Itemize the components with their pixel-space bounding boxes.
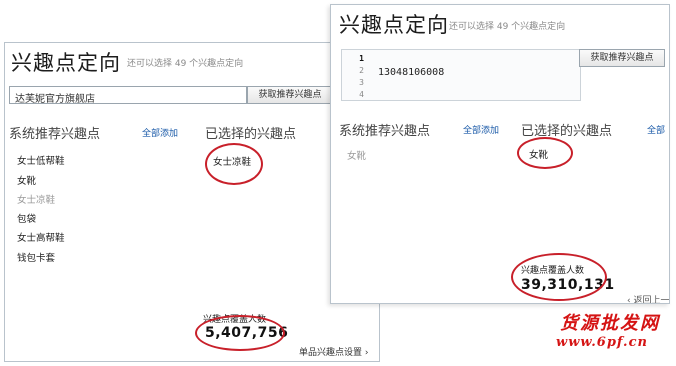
- selected-item[interactable]: 女士凉鞋: [213, 154, 251, 168]
- panel-title: 兴趣点定向: [11, 51, 121, 75]
- recommend-section-title: 系统推荐兴趣点: [9, 127, 101, 142]
- recommend-item[interactable]: 女士低帮鞋: [17, 153, 65, 167]
- remaining-hint: 还可以选择 49 个兴趣点定向: [127, 59, 244, 69]
- recommend-item[interactable]: 钱包卡套: [17, 250, 55, 264]
- recommend-item[interactable]: 女士凉鞋: [17, 192, 55, 206]
- add-all-link[interactable]: 全部添加: [463, 123, 499, 136]
- selected-item[interactable]: 女靴: [529, 147, 548, 161]
- watermark-text: 货源批发网: [560, 313, 660, 334]
- recommend-section-title: 系统推荐兴趣点: [339, 124, 431, 139]
- line-number: 3: [359, 78, 364, 87]
- fetch-recommend-button[interactable]: 获取推荐兴趣点: [247, 86, 333, 104]
- fetch-recommend-button[interactable]: 获取推荐兴趣点: [579, 49, 665, 67]
- selected-section-title: 已选择的兴趣点: [521, 124, 613, 139]
- remaining-hint: 还可以选择 49 个兴趣点定向: [449, 22, 566, 32]
- interest-targeting-panel-left: 兴趣点定向 还可以选择 49 个兴趣点定向 达芙妮官方旗舰店 获取推荐兴趣点 系…: [4, 42, 380, 362]
- shop-name-input[interactable]: 达芙妮官方旗舰店: [9, 86, 247, 105]
- recommend-item[interactable]: 包袋: [17, 211, 36, 225]
- audience-count-value: 5,407,756: [205, 325, 289, 341]
- line-number: 4: [359, 90, 364, 99]
- watermark-url: www.6pf.cn: [556, 335, 648, 350]
- add-all-link[interactable]: 全部添加: [142, 126, 178, 139]
- line-number: 1: [359, 54, 364, 63]
- recommend-item[interactable]: 女士高帮鞋: [17, 230, 65, 244]
- line-number: 2: [359, 66, 364, 75]
- add-all-link-clipped[interactable]: 全部: [647, 123, 665, 136]
- interest-targeting-panel-right: 兴趣点定向 还可以选择 49 个兴趣点定向 1 2 3 4 1304810600…: [330, 4, 670, 304]
- audience-count-label: 兴趣点覆盖人数: [521, 266, 585, 276]
- item-interest-settings-link[interactable]: 单品兴趣点设置 ›: [299, 345, 368, 358]
- editor-text: 13048106008: [378, 67, 445, 78]
- keyword-editor[interactable]: 1 2 3 4 13048106008: [341, 49, 581, 101]
- selected-section-title: 已选择的兴趣点: [205, 127, 297, 142]
- audience-count-value: 39,310,131: [521, 277, 615, 293]
- panel-title: 兴趣点定向: [339, 13, 449, 37]
- recommend-item[interactable]: 女靴: [347, 148, 366, 162]
- recommend-item[interactable]: 女靴: [17, 173, 36, 187]
- audience-count-label: 兴趣点覆盖人数: [203, 315, 267, 325]
- back-link[interactable]: ‹ 返回上一: [627, 293, 669, 303]
